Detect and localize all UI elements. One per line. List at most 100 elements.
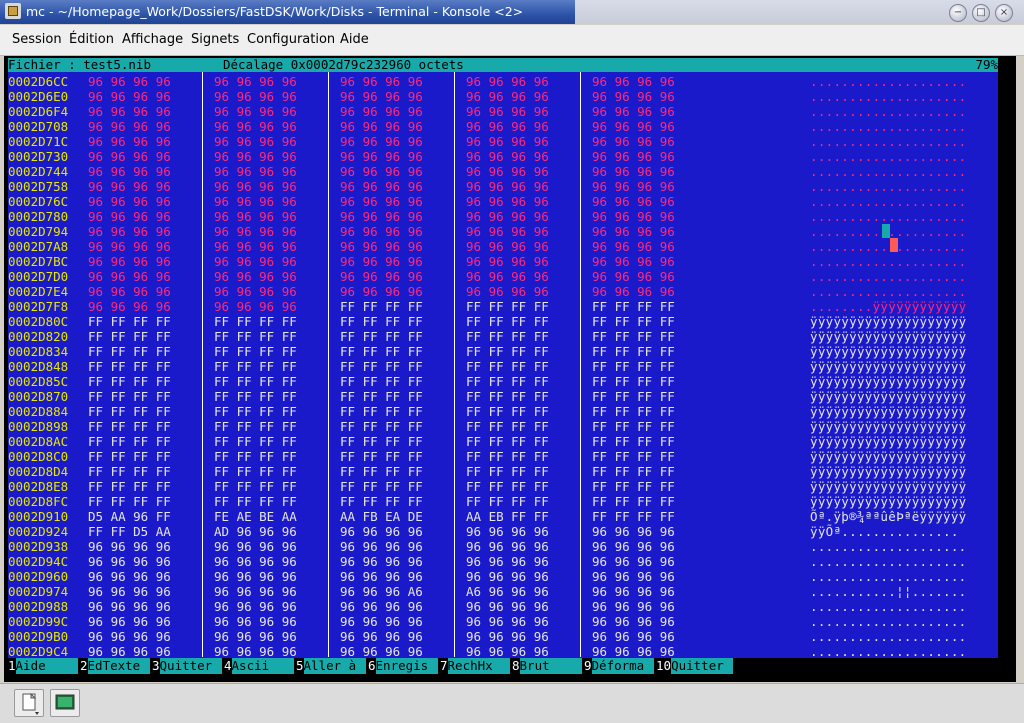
menubar: Session Édition Affichage Signets Config… (0, 25, 1024, 56)
ascii-column: Õª.ÿþ®¾ªªûêÞªëÿÿÿÿÿÿ (810, 509, 967, 524)
viewer-header: Fichier : test5.nib Décalage 0x0002d79c2… (8, 58, 998, 72)
terminal-icon[interactable] (50, 689, 80, 717)
hex-row: 0002D7D0 96 96 96 96 96 96 96 96 96 96 96 9… (8, 269, 998, 284)
hex-group: AA FB EA DE (340, 509, 423, 524)
hex-group: FF FF FF FF (88, 374, 171, 389)
hex-group: 96 96 96 96 (592, 524, 675, 539)
function-key-5[interactable]: 5Aller à (296, 658, 366, 674)
function-key-number: 4 (224, 658, 232, 673)
hex-row: 0002D7BC 96 96 96 96 96 96 96 96 96 96 96 9… (8, 254, 998, 269)
row-address: 0002D71C (8, 134, 69, 149)
row-address: 0002D99C (8, 614, 69, 629)
hex-group: 96 96 96 96 (592, 284, 675, 299)
hex-group: 96 96 96 96 (466, 89, 549, 104)
function-key-1[interactable]: 1Aide (8, 658, 78, 674)
hex-group: 96 96 96 96 (592, 89, 675, 104)
window-titlebar[interactable]: mc - ~/Homepage_Work/Dossiers/FastDSK/Wo… (0, 0, 1024, 24)
hex-group: FF FF FF FF (466, 344, 549, 359)
hex-group: 96 96 96 96 (466, 254, 549, 269)
menu-edition[interactable]: Édition (69, 32, 114, 47)
hex-group: 96 96 96 96 (340, 254, 423, 269)
function-key-10[interactable]: 10Quitter (656, 658, 734, 674)
konsole-app-icon[interactable] (5, 3, 21, 19)
hex-row: 0002D744 96 96 96 96 96 96 96 96 96 96 96 9… (8, 164, 998, 179)
function-key-8[interactable]: 8Brut (512, 658, 582, 674)
function-key-4[interactable]: 4Ascii (224, 658, 294, 674)
hex-group: 96 96 96 96 (340, 284, 423, 299)
hex-row: 0002D94C 96 96 96 96 96 96 96 96 96 96 96 9… (8, 554, 998, 569)
row-address: 0002D884 (8, 404, 69, 419)
minimize-icon[interactable]: − (949, 4, 967, 22)
hex-group: FF FF FF FF (592, 359, 675, 374)
ascii-column: .................... (810, 539, 967, 554)
hex-group: 96 96 96 96 (340, 644, 423, 658)
ascii-column: ÿÿÿÿÿÿÿÿÿÿÿÿÿÿÿÿÿÿÿÿ (810, 479, 967, 494)
ascii-column: ÿÿÿÿÿÿÿÿÿÿÿÿÿÿÿÿÿÿÿÿ (810, 464, 967, 479)
menu-session[interactable]: Session (12, 32, 62, 47)
function-key-3[interactable]: 3Quitter (152, 658, 222, 674)
hex-group: FF FF FF FF (214, 329, 297, 344)
row-address: 0002D758 (8, 179, 69, 194)
hex-group: 96 96 96 96 (88, 164, 171, 179)
ascii-column: .................... (810, 134, 967, 149)
ascii-column: .................... (810, 269, 967, 284)
hex-group: 96 96 96 96 (88, 629, 171, 644)
row-address: 0002D6E0 (8, 89, 69, 104)
new-session-icon[interactable] (14, 689, 44, 717)
hex-group: 96 96 96 96 (466, 629, 549, 644)
hex-group: FF FF FF FF (592, 494, 675, 509)
hex-group: 96 96 96 96 (88, 239, 171, 254)
hex-group: 96 96 96 96 (88, 554, 171, 569)
ascii-column: .................... (810, 284, 967, 299)
hex-row: 0002D8D4 FF FF FF FF FF FF FF FF FF FF FF F… (8, 464, 998, 479)
menu-affichage[interactable]: Affichage (122, 32, 183, 47)
hex-group: 96 96 96 96 (466, 239, 549, 254)
terminal-scrollbar[interactable] (998, 58, 1012, 674)
ascii-column: ........ÿÿÿÿÿÿÿÿÿÿÿÿ (810, 299, 967, 314)
hex-row: 0002D76C 96 96 96 96 96 96 96 96 96 96 96 9… (8, 194, 998, 209)
hex-group: 96 96 96 96 (214, 74, 297, 89)
hex-group: 96 96 96 96 (340, 74, 423, 89)
hex-group: 96 96 96 96 (214, 284, 297, 299)
hex-group: 96 96 96 96 (88, 224, 171, 239)
hex-group: 96 96 96 96 (214, 569, 297, 584)
ascii-column: .................... (810, 104, 967, 119)
hex-group: 96 96 96 96 (340, 149, 423, 164)
function-key-7[interactable]: 7RechHx (440, 658, 510, 674)
function-key-label: Brut (519, 658, 582, 674)
hex-group: FF FF FF FF (466, 419, 549, 434)
function-key-6[interactable]: 6Enregis (368, 658, 438, 674)
hex-group: 96 96 96 96 (466, 269, 549, 284)
row-address: 0002D794 (8, 224, 69, 239)
hex-group: 96 96 96 96 (88, 644, 171, 658)
menu-signets[interactable]: Signets (191, 32, 239, 47)
close-icon[interactable]: × (995, 4, 1013, 22)
hex-group: 96 96 96 96 (592, 644, 675, 658)
hex-group: FF FF FF FF (466, 314, 549, 329)
hex-row: 0002D8E8 FF FF FF FF FF FF FF FF FF FF FF F… (8, 479, 998, 494)
hex-viewer[interactable]: Fichier : test5.nib Décalage 0x0002d79c2… (8, 58, 998, 658)
hex-row: 0002D6E0 96 96 96 96 96 96 96 96 96 96 96 9… (8, 89, 998, 104)
hex-row: 0002D9B0 96 96 96 96 96 96 96 96 96 96 96 9… (8, 629, 998, 644)
function-key-9[interactable]: 9Déforma (584, 658, 654, 674)
maximize-icon[interactable]: □ (972, 4, 990, 22)
menu-configuration[interactable]: Configuration (247, 32, 335, 47)
hex-row: 0002D6F4 96 96 96 96 96 96 96 96 96 96 96 9… (8, 104, 998, 119)
hex-row: 0002D988 96 96 96 96 96 96 96 96 96 96 96 9… (8, 599, 998, 614)
hex-group: FF FF FF FF (340, 389, 423, 404)
hex-group: FF FF FF FF (592, 344, 675, 359)
function-key-2[interactable]: 2EdTexte (80, 658, 150, 674)
hex-row: 0002D71C 96 96 96 96 96 96 96 96 96 96 96 9… (8, 134, 998, 149)
hex-group: FF FF FF FF (592, 434, 675, 449)
hex-group: FF FF FF FF (88, 449, 171, 464)
menu-aide[interactable]: Aide (340, 32, 369, 47)
hex-group: FF FF FF FF (592, 419, 675, 434)
hex-group: 96 96 96 96 (340, 164, 423, 179)
row-address: 0002D974 (8, 584, 69, 599)
file-label: Fichier : test5.nib (8, 58, 151, 72)
hex-group: 96 96 96 96 (88, 119, 171, 134)
function-key-label: Enregis (375, 658, 438, 674)
hex-group: FF FF FF FF (88, 404, 171, 419)
hex-group: FF FF FF FF (214, 434, 297, 449)
hex-group: 96 96 96 96 (340, 239, 423, 254)
